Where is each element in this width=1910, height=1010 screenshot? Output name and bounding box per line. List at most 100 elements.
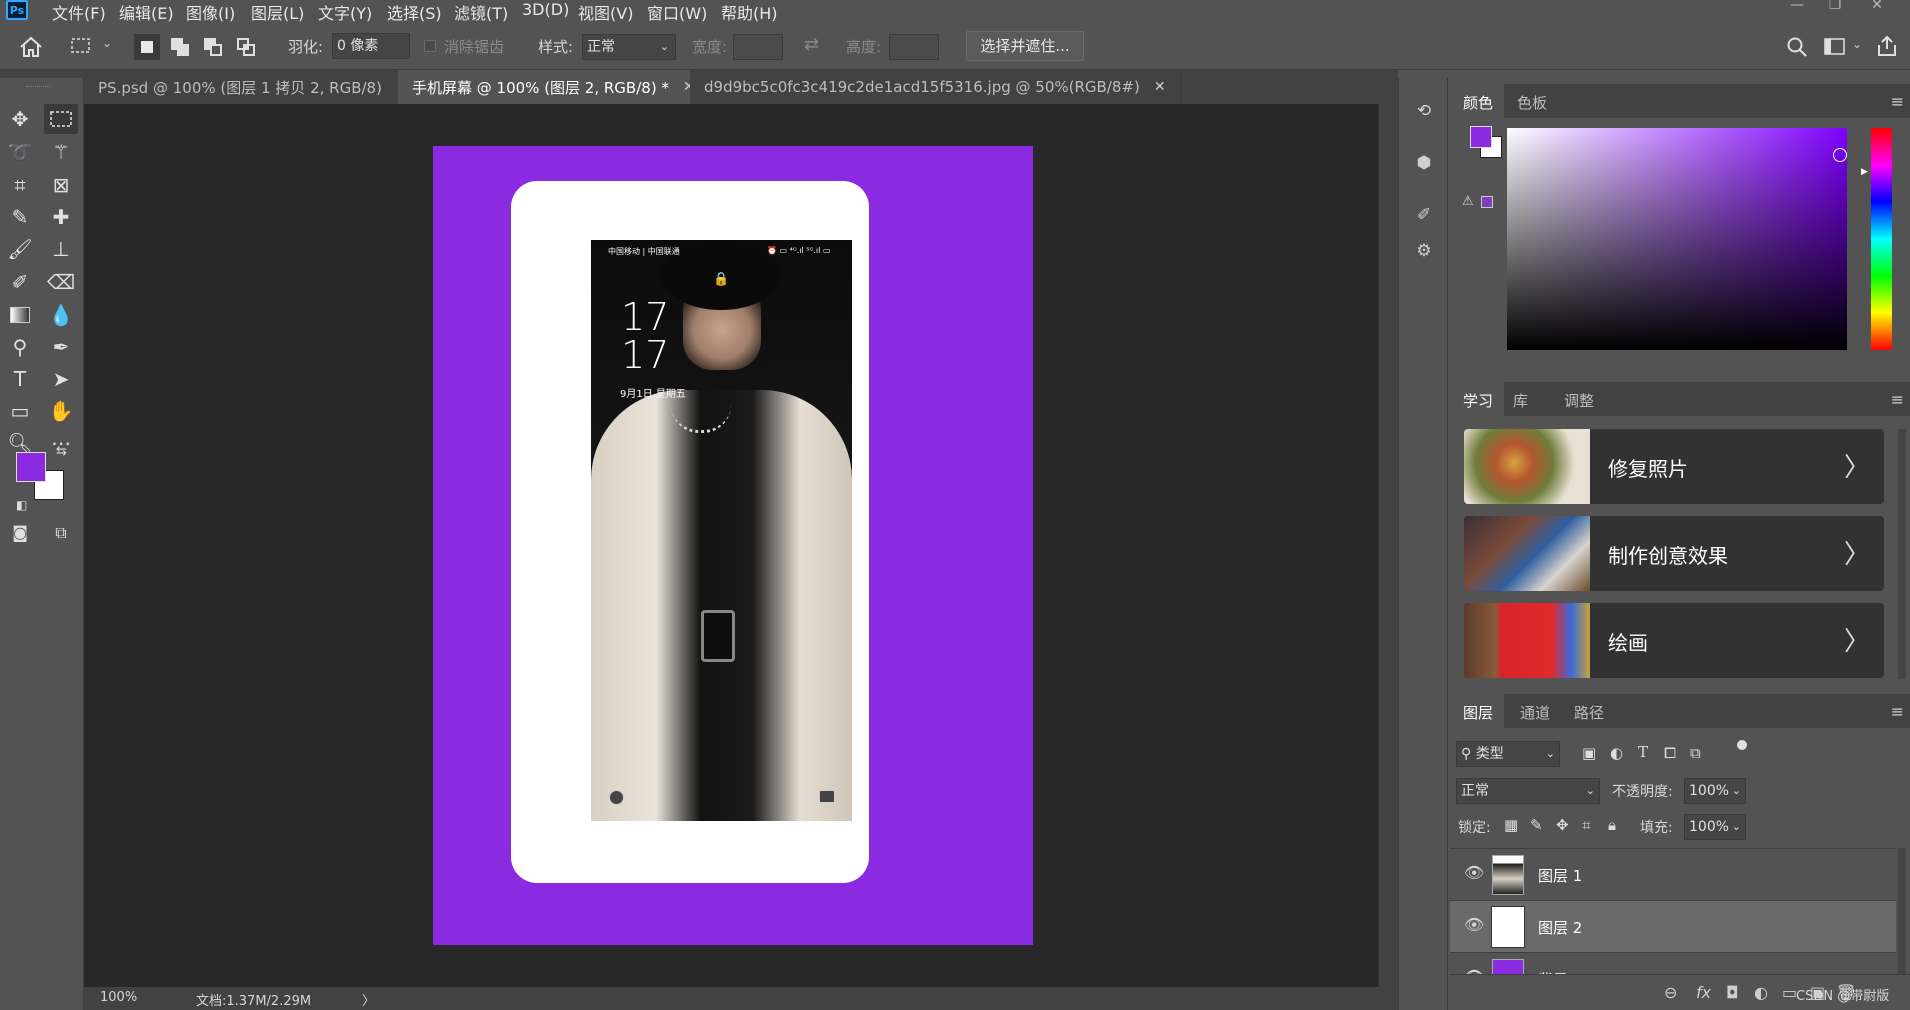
menu-image[interactable]: 图像(I) (186, 0, 235, 24)
tab-learn[interactable]: 学习 (1463, 390, 1493, 411)
intersect-selection-button[interactable] (233, 34, 259, 60)
pen-tool-icon[interactable]: ✒ (44, 332, 78, 362)
clone-stamp-tool-icon[interactable]: ⊥ (44, 234, 78, 264)
marquee-preset-icon[interactable] (70, 36, 92, 56)
tab-ps-psd[interactable]: PS.psd @ 100% (图层 1 拷贝 2, RGB/8)✕ (84, 70, 423, 104)
fill-input[interactable]: 100% ⌄ (1684, 814, 1746, 840)
filter-adjustment-icon[interactable]: ◐ (1610, 744, 1623, 762)
tab-phone-screen[interactable]: 手机屏幕 @ 100% (图层 2, RGB/8) * ✕ (398, 70, 710, 104)
workspace-icon[interactable] (1824, 37, 1846, 57)
swap-icon[interactable]: ⇄ (804, 34, 819, 55)
antialias-checkbox[interactable] (424, 40, 436, 52)
lock-position-icon[interactable]: ✥ (1556, 816, 1569, 834)
vertical-scrollbar[interactable] (1378, 104, 1398, 987)
move-tool-icon[interactable]: ✥ (3, 104, 37, 134)
lasso-tool-icon[interactable]: ➰ (3, 137, 37, 167)
adjustment-layer-icon[interactable]: ◐ (1754, 983, 1768, 1002)
tab-color[interactable]: 颜色 (1463, 92, 1493, 113)
learn-card-creative-effects[interactable]: 制作创意效果 〉 (1464, 516, 1884, 591)
chevron-down-icon[interactable]: ⌄ (1852, 37, 1862, 51)
magic-wand-tool-icon[interactable]: ⚚ (44, 137, 78, 167)
hand-tool-icon[interactable]: ✋ (44, 396, 78, 426)
width-input[interactable] (733, 34, 783, 60)
chevron-down-icon[interactable]: ⌄ (102, 36, 112, 50)
brush-tool-icon[interactable]: 🖌 (3, 234, 37, 264)
lock-transparency-icon[interactable]: ▦ (1504, 816, 1518, 834)
filter-type-icon[interactable]: T (1638, 743, 1648, 761)
dodge-tool-icon[interactable]: ⚲ (3, 332, 37, 362)
menu-filter[interactable]: 滤镜(T) (454, 0, 508, 24)
gamut-warning-icon[interactable]: ⚠ (1462, 194, 1474, 209)
menu-view[interactable]: 视图(V) (578, 0, 633, 24)
menu-file[interactable]: 文件(F) (52, 0, 106, 24)
fx-icon[interactable]: fx (1696, 983, 1711, 1002)
menu-edit[interactable]: 编辑(E) (119, 0, 174, 24)
status-arrow-icon[interactable]: 〉 (362, 990, 375, 1009)
eyedropper-tool-icon[interactable]: ✎ (3, 202, 37, 232)
history-brush-tool-icon[interactable]: ✐ (3, 267, 37, 297)
visibility-eye-icon[interactable]: 👁︎ (1464, 915, 1484, 934)
blur-tool-icon[interactable]: 💧 (44, 300, 78, 330)
web-safe-swatch[interactable] (1481, 196, 1493, 208)
visibility-eye-icon[interactable]: 👁︎ (1464, 863, 1484, 882)
tab-jpg-image[interactable]: d9d9bc5c0fc3c419c2de1acd15f5316.jpg @ 50… (690, 70, 1181, 104)
gradient-tool-icon[interactable] (3, 300, 37, 330)
style-select[interactable]: 正常 ⌄ (582, 34, 676, 60)
swap-colors-icon[interactable]: ⇆ (56, 444, 67, 459)
eraser-tool-icon[interactable]: ⌫ (44, 267, 78, 297)
filter-pixel-icon[interactable]: ▣ (1582, 744, 1596, 762)
path-selection-tool-icon[interactable]: ➤ (44, 364, 78, 394)
history-icon[interactable]: ⟲ (1411, 98, 1437, 124)
tab-layers[interactable]: 图层 (1463, 702, 1493, 723)
close-icon[interactable]: ✕ (1154, 79, 1166, 95)
panel-menu-icon[interactable]: ≡ (1891, 92, 1904, 111)
layer-row[interactable]: 👁︎ 图层 2 (1450, 900, 1896, 952)
learn-card-painting[interactable]: 绘画 〉 (1464, 603, 1884, 678)
add-selection-button[interactable] (167, 34, 193, 60)
crop-tool-icon[interactable]: ⌗ (3, 170, 37, 200)
restore-button[interactable]: ❐ (1824, 0, 1846, 14)
rectangle-tool-icon[interactable]: ▭ (3, 396, 37, 426)
subtract-selection-button[interactable] (200, 34, 226, 60)
default-colors-icon[interactable]: ◧ (16, 498, 27, 512)
minimize-button[interactable]: — (1786, 0, 1808, 14)
learn-card-fix-photos[interactable]: 修复照片 〉 (1464, 429, 1884, 504)
type-tool-icon[interactable]: T (3, 364, 37, 394)
hue-marker-icon[interactable]: ▶ (1861, 167, 1868, 177)
color-panel-foreground-swatch[interactable] (1470, 126, 1492, 148)
photoshop-logo[interactable]: Ps (6, 0, 28, 20)
properties-icon[interactable]: ⚙ (1411, 238, 1437, 264)
menu-layer[interactable]: 图层(L) (251, 0, 304, 24)
menu-3d[interactable]: 3D(D) (522, 0, 569, 19)
select-and-mask-button[interactable]: 选择并遮住... (966, 31, 1084, 61)
feather-input[interactable]: 0 像素 (332, 33, 410, 59)
search-icon[interactable] (1786, 36, 1808, 58)
filter-shape-icon[interactable]: ⧠ (1664, 744, 1676, 762)
opacity-input[interactable]: 100% ⌄ (1684, 778, 1746, 804)
foreground-color-swatch[interactable] (16, 452, 46, 482)
menu-window[interactable]: 窗口(W) (647, 0, 707, 24)
zoom-level[interactable]: 100% (100, 990, 137, 1005)
tab-swatches[interactable]: 色板 (1517, 92, 1547, 113)
brush-settings-icon[interactable]: ✐ (1411, 202, 1437, 228)
blend-mode-select[interactable]: 正常 ⌄ (1456, 778, 1600, 804)
color-field[interactable] (1507, 128, 1847, 350)
tab-channels[interactable]: 通道 (1520, 702, 1550, 723)
layer-filter-select[interactable]: ⚲ 类型 ⌄ (1456, 741, 1560, 767)
filter-toggle-icon[interactable] (1737, 740, 1747, 750)
panel-menu-icon[interactable]: ≡ (1891, 390, 1904, 409)
hue-slider[interactable] (1871, 128, 1892, 350)
quick-mask-icon[interactable]: ◙ (3, 518, 37, 548)
new-group-icon[interactable]: ▭ (1782, 983, 1797, 1002)
share-icon[interactable] (1876, 34, 1898, 58)
new-selection-button[interactable] (134, 34, 160, 60)
healing-brush-tool-icon[interactable]: ✚ (44, 202, 78, 232)
layer-row[interactable]: 👁︎ 图层 1 (1450, 848, 1896, 900)
lock-pixels-icon[interactable]: ✎ (1530, 816, 1543, 834)
filter-smart-object-icon[interactable]: ⧉ (1690, 744, 1701, 762)
lock-artboard-icon[interactable]: ⌗ (1582, 816, 1590, 834)
layers-scrollbar[interactable] (1898, 848, 1906, 988)
home-icon[interactable] (18, 35, 44, 59)
height-input[interactable] (889, 34, 939, 60)
menu-help[interactable]: 帮助(H) (721, 0, 778, 24)
